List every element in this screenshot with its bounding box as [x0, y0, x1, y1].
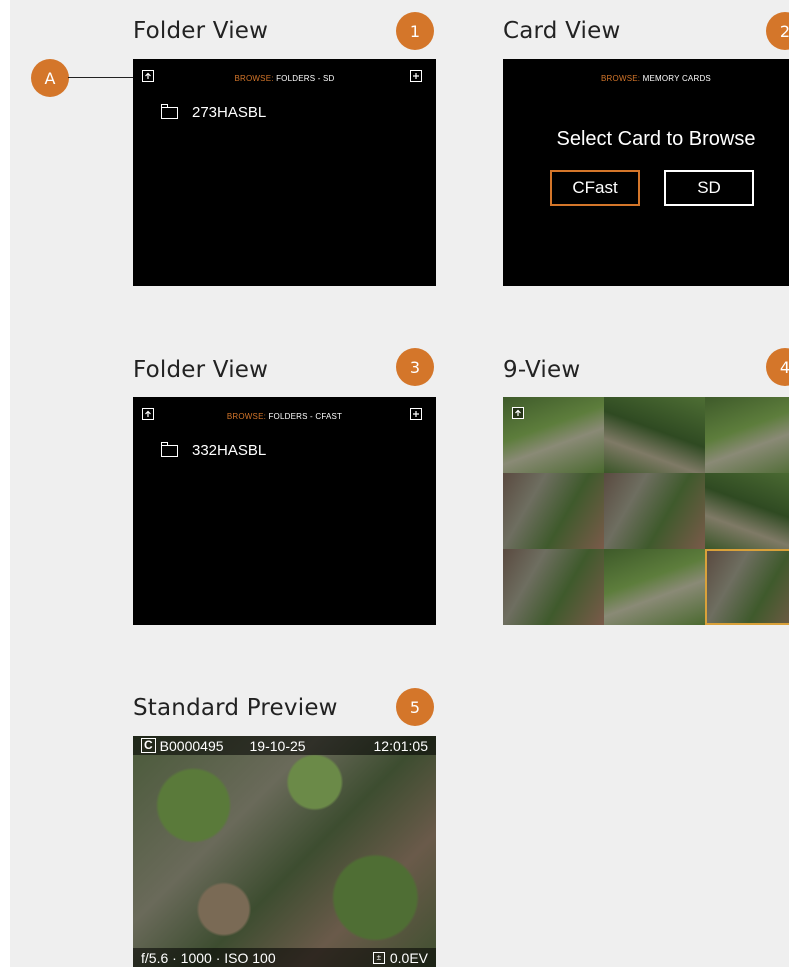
panel-5-badge: 5 — [396, 688, 434, 726]
browse-header: BROWSE: FOLDERS - CFAST — [133, 412, 436, 421]
thumbnail[interactable] — [503, 473, 604, 549]
panel-4-badge-number: 4 — [779, 357, 789, 377]
folder-icon — [160, 441, 178, 457]
panel-5-title: Standard Preview — [133, 695, 338, 721]
folder-view-sd-screen: BROWSE: FOLDERS - SD 273HASBL — [133, 59, 436, 286]
card-view-screen: BROWSE: MEMORY CARDS Select Card to Brow… — [503, 59, 789, 286]
capture-time: 12:01:05 — [373, 737, 429, 754]
thumbnail[interactable] — [604, 549, 705, 625]
standard-preview-screen: C B0000495 19-10-25 12:01:05 f/5.6 · 100… — [133, 736, 436, 967]
thumbnail[interactable] — [705, 473, 789, 549]
add-folder-icon[interactable] — [410, 408, 422, 420]
browse-header: BROWSE: FOLDERS - SD — [133, 74, 436, 83]
sd-card-button[interactable]: SD — [664, 170, 754, 206]
preview-bottom-bar: f/5.6 · 1000 · ISO 100 ± 0.0EV — [133, 948, 436, 967]
cfast-card-button[interactable]: CFast — [550, 170, 640, 206]
thumbnail[interactable] — [604, 473, 705, 549]
panel-3-title: Folder View — [133, 357, 269, 383]
browse-location: FOLDERS - CFAST — [266, 412, 343, 421]
exposure-compensation-icon: ± — [372, 951, 385, 964]
thumbnail[interactable] — [503, 549, 604, 625]
image-id: B0000495 — [159, 737, 224, 754]
select-card-prompt: Select Card to Browse — [556, 128, 756, 150]
folder-up-icon[interactable] — [512, 407, 524, 419]
browse-keyword: BROWSE: — [234, 74, 274, 83]
capture-date: 19-10-25 — [249, 737, 306, 754]
folder-list-item[interactable]: 332HASBL — [160, 441, 267, 459]
panel-2-title: Card View — [503, 18, 621, 44]
panel-5-badge-number: 5 — [409, 697, 421, 717]
add-folder-icon[interactable] — [410, 70, 422, 82]
browse-location: FOLDERS - SD — [273, 74, 335, 83]
panel-1-badge: 1 — [396, 12, 434, 50]
card-slot-badge: C — [141, 738, 156, 753]
folder-name: 332HASBL — [192, 442, 267, 459]
callout-a-badge: A — [31, 59, 69, 97]
browse-keyword: BROWSE: — [601, 74, 641, 83]
thumbnail[interactable] — [705, 397, 789, 473]
callout-a-leader-line — [68, 77, 134, 78]
preview-top-bar: C B0000495 19-10-25 12:01:05 — [133, 736, 436, 755]
folder-name: 273HASBL — [192, 104, 267, 121]
folder-list-item[interactable]: 273HASBL — [160, 103, 267, 121]
folder-icon — [160, 103, 178, 119]
nine-view-screen — [503, 397, 789, 625]
exposure-info: f/5.6 · 1000 · ISO 100 — [141, 949, 276, 966]
ev-value: 0.0EV — [389, 949, 428, 966]
panel-1-badge-number: 1 — [409, 21, 421, 41]
panel-4-title: 9-View — [503, 357, 581, 383]
callout-a-label: A — [44, 68, 56, 88]
selected-thumbnail[interactable] — [705, 549, 789, 625]
browse-location: MEMORY CARDS — [640, 74, 711, 83]
browse-header: BROWSE: MEMORY CARDS — [503, 74, 789, 83]
panel-3-badge: 3 — [396, 348, 434, 386]
folder-view-cfast-screen: BROWSE: FOLDERS - CFAST 332HASBL — [133, 397, 436, 625]
panel-1-title: Folder View — [133, 18, 269, 44]
browse-keyword: BROWSE: — [226, 412, 267, 421]
thumbnail[interactable] — [604, 397, 705, 473]
panel-2-badge-number: 2 — [779, 21, 789, 41]
panel-3-badge-number: 3 — [409, 357, 421, 377]
